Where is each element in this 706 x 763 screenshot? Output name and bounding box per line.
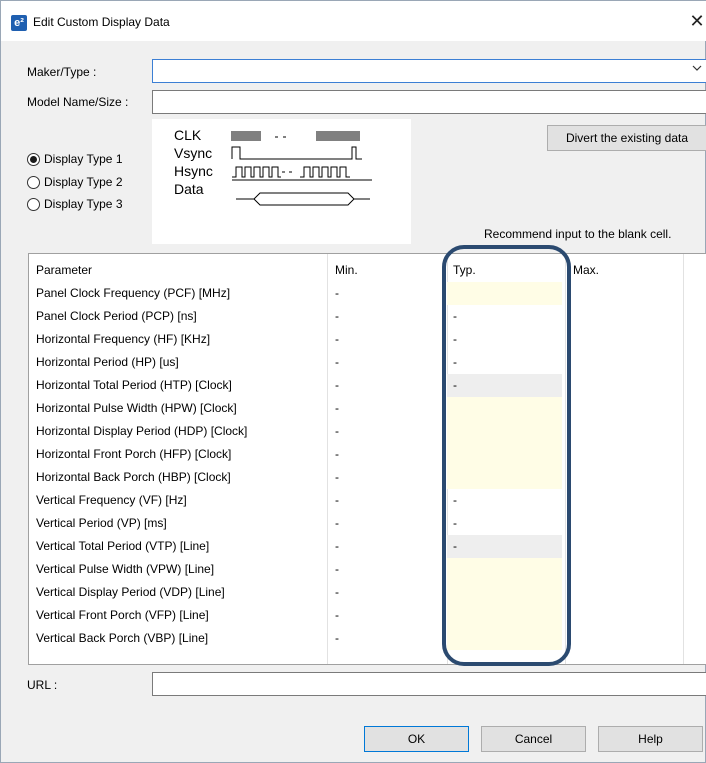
maker-type-label: Maker/Type :: [27, 65, 97, 79]
min-value[interactable]: -: [335, 562, 339, 576]
parameter-name: Vertical Period (VP) [ms]: [36, 516, 167, 530]
typ-value[interactable]: -: [453, 539, 457, 553]
table-row[interactable]: Vertical Frequency (VF) [Hz] - -: [29, 489, 706, 512]
parameter-table[interactable]: Parameter Min. Typ. Max. Panel Clock Frequen…: [28, 253, 706, 665]
table-row[interactable]: Panel Clock Frequency (PCF) [MHz] -: [29, 282, 706, 305]
radio-unselected-icon[interactable]: [27, 175, 40, 189]
parameter-name: Horizontal Display Period (HDP) [Clock]: [36, 424, 248, 438]
min-value[interactable]: -: [335, 470, 339, 484]
title-bar: e² Edit Custom Display Data ✕: [1, 1, 706, 41]
parameter-name: Horizontal Back Porch (HBP) [Clock]: [36, 470, 231, 484]
typ-value[interactable]: -: [453, 355, 457, 369]
help-button[interactable]: Help: [598, 726, 703, 752]
table-row[interactable]: Horizontal Total Period (HTP) [Clock] - -: [29, 374, 706, 397]
parameter-name: Vertical Display Period (VDP) [Line]: [36, 585, 225, 599]
min-value[interactable]: -: [335, 355, 339, 369]
min-value[interactable]: -: [335, 493, 339, 507]
app-icon: e²: [11, 15, 27, 31]
parameter-name: Vertical Back Porch (VBP) [Line]: [36, 631, 209, 645]
min-value[interactable]: -: [335, 401, 339, 415]
parameter-name: Horizontal Pulse Width (HPW) [Clock]: [36, 401, 237, 415]
window-title: Edit Custom Display Data: [33, 15, 170, 29]
header-min: Min.: [335, 263, 358, 277]
parameter-name: Horizontal Total Period (HTP) [Clock]: [36, 378, 232, 392]
display-type-3-label: Display Type 3: [44, 197, 123, 211]
table-row[interactable]: Horizontal Frequency (HF) [KHz] - -: [29, 328, 706, 351]
min-value[interactable]: -: [335, 286, 339, 300]
table-row[interactable]: Vertical Front Porch (VFP) [Line] -: [29, 604, 706, 627]
table-row[interactable]: Vertical Back Porch (VBP) [Line] -: [29, 627, 706, 650]
min-value[interactable]: -: [335, 309, 339, 323]
typ-value[interactable]: -: [453, 378, 457, 392]
table-row[interactable]: Panel Clock Period (PCP) [ns] - -: [29, 305, 706, 328]
min-value[interactable]: -: [335, 332, 339, 346]
parameter-name: Vertical Front Porch (VFP) [Line]: [36, 608, 209, 622]
typ-value[interactable]: -: [453, 493, 457, 507]
display-type-1-label: Display Type 1: [44, 152, 123, 166]
min-value[interactable]: -: [335, 447, 339, 461]
table-row[interactable]: Horizontal Front Porch (HFP) [Clock] -: [29, 443, 706, 466]
table-row[interactable]: Vertical Display Period (VDP) [Line] -: [29, 581, 706, 604]
parameter-name: Vertical Pulse Width (VPW) [Line]: [36, 562, 215, 576]
display-type-3-option[interactable]: Display Type 3: [27, 197, 123, 211]
table-header-row: Parameter Min. Typ. Max.: [29, 259, 706, 282]
timing-diagram: CLK Vsync Hsync Data: [152, 119, 411, 244]
table-row[interactable]: Horizontal Back Porch (HBP) [Clock] -: [29, 466, 706, 489]
dialog-window: e² Edit Custom Display Data ✕ Maker/Type…: [0, 0, 706, 763]
model-name-label: Model Name/Size :: [27, 95, 129, 109]
min-value[interactable]: -: [335, 539, 339, 553]
table-row[interactable]: Vertical Pulse Width (VPW) [Line] -: [29, 558, 706, 581]
waveform-graphic: [231, 131, 372, 206]
display-type-1-option[interactable]: Display Type 1: [27, 152, 123, 166]
min-value[interactable]: -: [335, 378, 339, 392]
typ-column-highlight: [442, 245, 571, 666]
typ-value[interactable]: -: [453, 516, 457, 530]
parameter-name: Panel Clock Frequency (PCF) [MHz]: [36, 286, 231, 300]
table-row[interactable]: Vertical Total Period (VTP) [Line] - -: [29, 535, 706, 558]
divert-existing-data-button[interactable]: Divert the existing data: [547, 125, 706, 151]
min-value[interactable]: -: [335, 516, 339, 530]
url-label: URL :: [27, 678, 58, 692]
min-value[interactable]: -: [335, 608, 339, 622]
display-type-2-option[interactable]: Display Type 2: [27, 175, 123, 189]
min-value[interactable]: -: [335, 631, 339, 645]
parameter-name: Vertical Frequency (VF) [Hz]: [36, 493, 187, 507]
parameter-name: Horizontal Front Porch (HFP) [Clock]: [36, 447, 232, 461]
parameter-name: Horizontal Frequency (HF) [KHz]: [36, 332, 211, 346]
min-value[interactable]: -: [335, 424, 339, 438]
close-icon[interactable]: ✕: [687, 7, 706, 35]
parameter-name: Vertical Total Period (VTP) [Line]: [36, 539, 210, 553]
radio-unselected-icon[interactable]: [27, 197, 40, 211]
parameter-name: Horizontal Period (HP) [us]: [36, 355, 179, 369]
maker-type-combobox[interactable]: [152, 59, 706, 83]
parameter-name: Panel Clock Period (PCP) [ns]: [36, 309, 197, 323]
ok-button[interactable]: OK: [364, 726, 469, 752]
typ-value[interactable]: -: [453, 309, 457, 323]
cancel-button[interactable]: Cancel: [481, 726, 586, 752]
chevron-down-icon[interactable]: [692, 63, 702, 73]
display-type-2-label: Display Type 2: [44, 175, 123, 189]
model-name-input[interactable]: [152, 90, 706, 114]
recommend-hint: Recommend input to the blank cell.: [484, 227, 672, 241]
table-row[interactable]: Vertical Period (VP) [ms] - -: [29, 512, 706, 535]
header-parameter: Parameter: [36, 263, 93, 277]
table-row[interactable]: Horizontal Pulse Width (HPW) [Clock] -: [29, 397, 706, 420]
radio-selected-icon[interactable]: [27, 152, 40, 166]
min-value[interactable]: -: [335, 585, 339, 599]
typ-value[interactable]: -: [453, 332, 457, 346]
header-max: Max.: [573, 263, 600, 277]
table-row[interactable]: Horizontal Display Period (HDP) [Clock] -: [29, 420, 706, 443]
url-input[interactable]: [152, 672, 706, 696]
table-row[interactable]: Horizontal Period (HP) [us] - -: [29, 351, 706, 374]
